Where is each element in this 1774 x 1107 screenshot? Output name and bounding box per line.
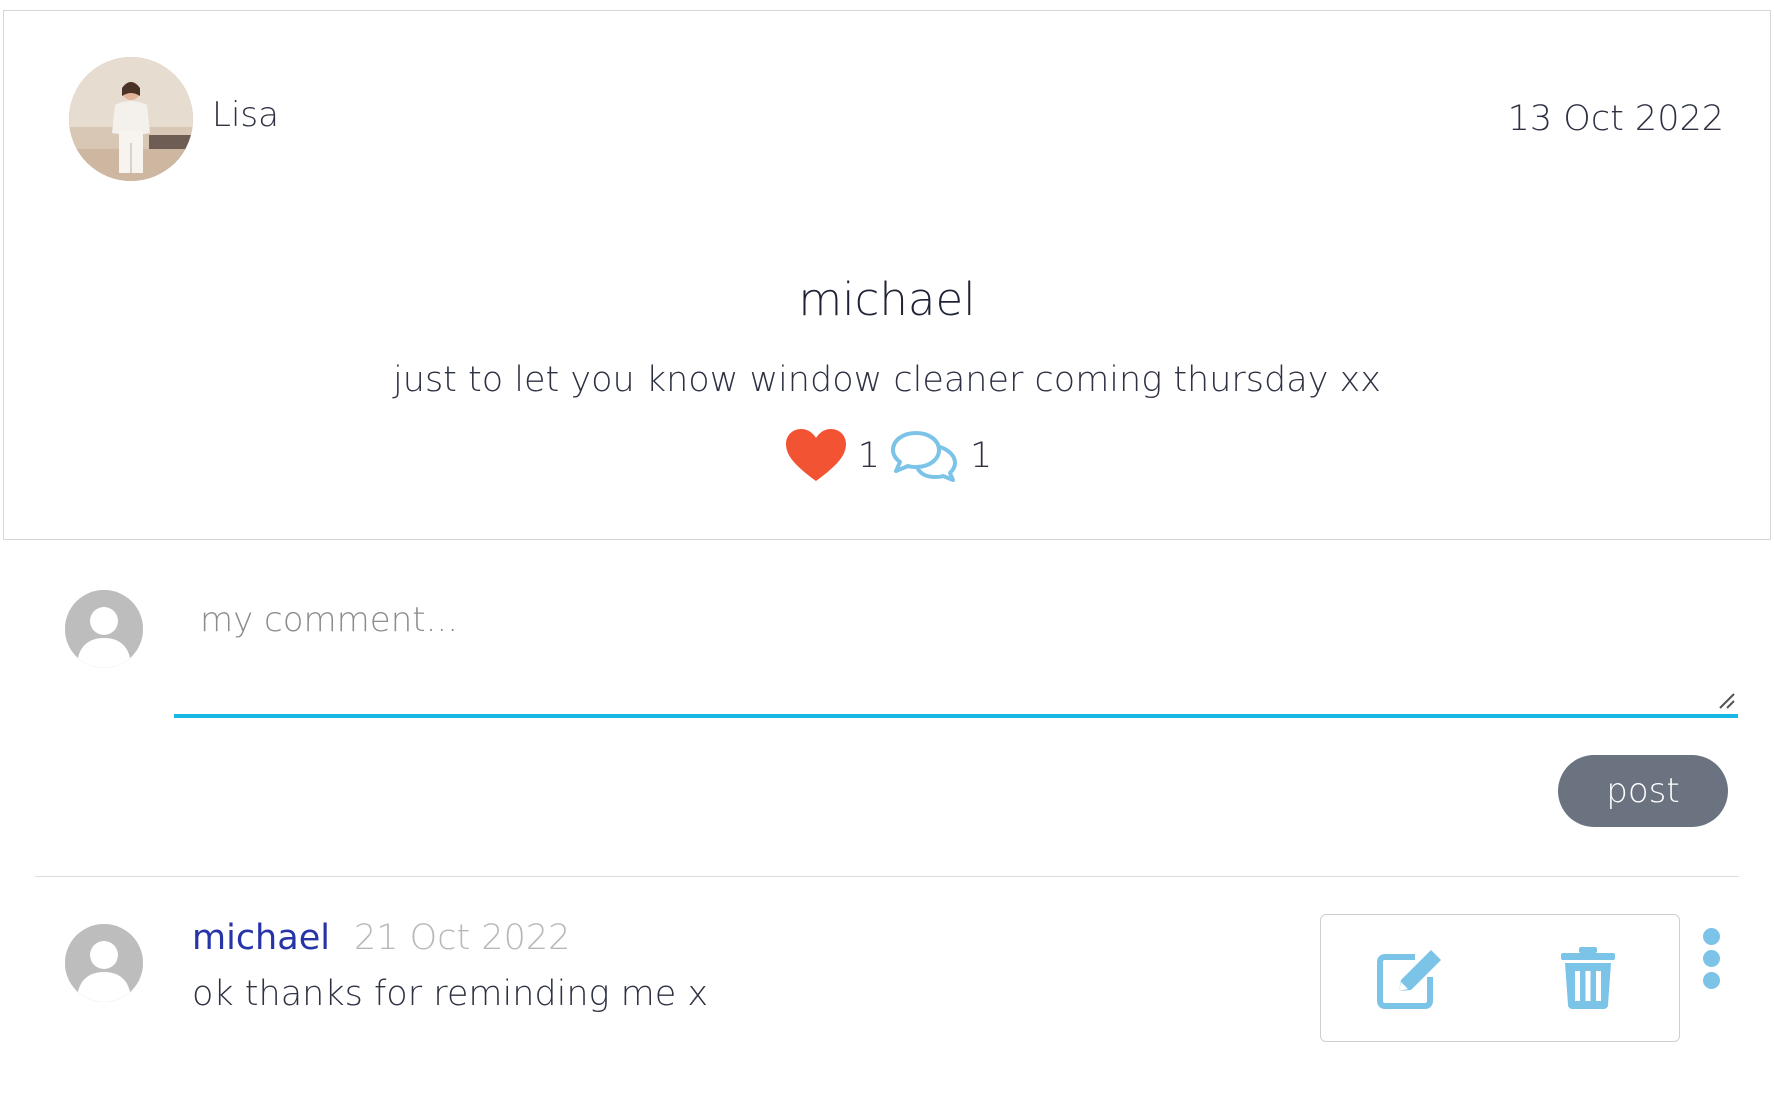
comment-count: 1 bbox=[970, 435, 993, 476]
comment-input[interactable] bbox=[174, 578, 1738, 718]
divider bbox=[35, 876, 1739, 877]
speech-bubbles-icon bbox=[891, 431, 957, 482]
trash-icon bbox=[1561, 947, 1615, 1009]
reactions-bar: 1 1 bbox=[8, 429, 1770, 483]
comment-actions-menu bbox=[1320, 914, 1680, 1042]
comment-text: ok thanks for reminding me x bbox=[192, 974, 709, 1014]
default-user-icon bbox=[65, 924, 143, 1002]
post-date: 13 Oct 2022 bbox=[1507, 99, 1724, 139]
delete-comment-button[interactable] bbox=[1561, 947, 1615, 1013]
comments-button[interactable]: 1 bbox=[890, 429, 992, 483]
post-body: just to let you know window cleaner comi… bbox=[393, 360, 1381, 400]
edit-icon bbox=[1377, 950, 1441, 1009]
like-count: 1 bbox=[857, 435, 880, 476]
post-card: Lisa 13 Oct 2022 michael just to let you… bbox=[3, 10, 1771, 540]
default-user-icon bbox=[65, 590, 143, 668]
like-button[interactable]: 1 bbox=[785, 429, 880, 483]
comment-date: 21 Oct 2022 bbox=[354, 918, 571, 958]
author-photo bbox=[69, 57, 193, 181]
author-name[interactable]: Lisa bbox=[212, 95, 279, 135]
post-comment-button[interactable]: post bbox=[1558, 755, 1728, 827]
edit-comment-button[interactable] bbox=[1377, 947, 1447, 1013]
post-title: michael bbox=[798, 273, 976, 326]
current-user-avatar bbox=[65, 590, 143, 668]
comment-author-avatar bbox=[65, 924, 143, 1002]
author-avatar[interactable] bbox=[69, 57, 193, 181]
resize-handle-icon[interactable] bbox=[1718, 692, 1736, 710]
kebab-menu-icon[interactable] bbox=[1700, 928, 1722, 990]
comment-author[interactable]: michael bbox=[192, 918, 330, 958]
heart-icon bbox=[785, 429, 846, 481]
comment-input-wrapper bbox=[174, 578, 1738, 718]
